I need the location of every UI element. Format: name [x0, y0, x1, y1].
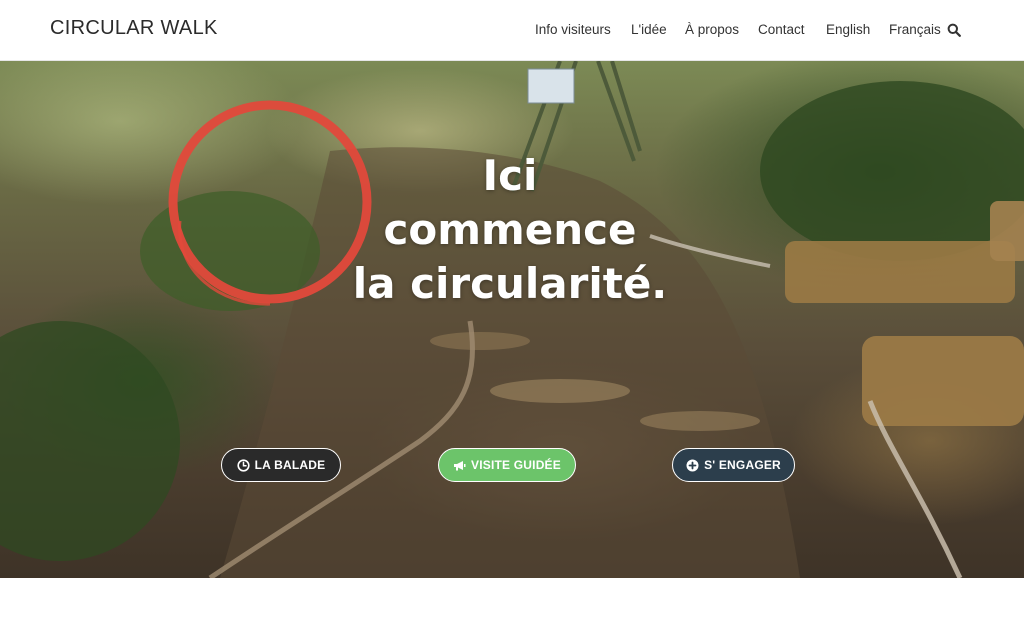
- site-header: CIRCULAR WALK Info visiteurs L'idée À pr…: [0, 0, 1024, 61]
- hero-title-line-1: Ici: [482, 151, 538, 200]
- hero-background-photo: [0, 61, 1024, 578]
- la-balade-button[interactable]: LA BALADE: [221, 448, 341, 482]
- hero-title-line-3: la circularité.: [352, 259, 668, 308]
- hero-title-line-2: commence: [383, 205, 637, 254]
- visite-guidee-label: VISITE GUIDÉE: [471, 458, 561, 472]
- clock-icon: [237, 458, 250, 472]
- nav-item-contact[interactable]: Contact: [758, 22, 805, 37]
- nav-item-a-propos[interactable]: À propos: [685, 22, 739, 37]
- main-nav: Info visiteurs L'idée À propos Contact E…: [0, 22, 1024, 40]
- visite-guidee-button[interactable]: VISITE GUIDÉE: [438, 448, 576, 482]
- nav-item-idee[interactable]: L'idée: [631, 22, 667, 37]
- hero-section: Ici commence la circularité. LA BALADE V…: [0, 61, 1024, 578]
- s-engager-button[interactable]: S' ENGAGER: [672, 448, 795, 482]
- nav-item-francais[interactable]: Français: [889, 22, 941, 37]
- search-icon[interactable]: [947, 23, 961, 37]
- nav-item-english[interactable]: English: [826, 22, 870, 37]
- nav-item-info-visiteurs[interactable]: Info visiteurs: [535, 22, 611, 37]
- megaphone-icon: [453, 459, 466, 472]
- la-balade-label: LA BALADE: [254, 458, 326, 472]
- s-engager-label: S' ENGAGER: [704, 458, 781, 472]
- plus-circle-icon: [686, 459, 699, 472]
- hero-title: Ici commence la circularité.: [300, 149, 720, 311]
